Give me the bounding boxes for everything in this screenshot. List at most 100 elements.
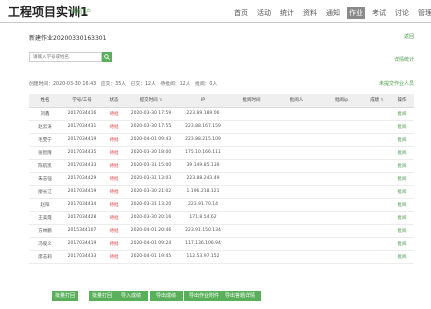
review-ip [319,159,364,173]
unsubmitted-students-link[interactable]: 未提交作业人员 [379,80,414,87]
student-id: 2017034433 [61,159,103,173]
status-badge: 待批 [103,159,125,173]
status-badge: 待批 [103,198,125,212]
nav-item-4[interactable]: 通知 [324,7,342,19]
student-name: 席志莉 [29,250,61,264]
student-id: 2017034419 [61,237,103,251]
bulk-actions-bar: 批量打回 批量打回 导入成绩 导出成绩 导出作业附件 导出答题详情 [0,291,431,301]
nav-item-0[interactable]: 首页 [232,7,250,19]
submit-time: 2020-04-01 09:24 [125,237,177,251]
submit-time: 2020-03-30 17:55 [125,120,177,134]
status-badge: 待批 [103,107,125,121]
submitted-count: 已交：12人 [130,82,156,87]
reviewer [274,172,319,186]
review-time [229,224,274,238]
submit-ip: 223.88.215.109 [177,133,229,147]
submit-time: 2020-04-01 20:46 [125,224,177,238]
assignment-title: 新建作业20200330163301 [29,35,107,42]
student-id: 2017034431 [61,120,103,134]
student-name: 毛雯宁 [29,133,61,147]
table-row: 席志莉 2017034433 待批 2020-04-01 19:45 112.53.97… [29,250,414,264]
student-name: 朱志强 [29,172,61,186]
detail-stats-link[interactable]: 详情统计 [394,56,414,63]
table-row: 冯俊义 2017034419 待批 2020-04-01 09:24 117.136.1… [29,237,414,251]
review-time [229,198,274,212]
student-id: 2017034434 [61,198,103,212]
status-badge: 待批 [103,237,125,251]
import-grades-button[interactable]: 导入成绩 [114,291,148,301]
nav-item-8[interactable]: 管理 [416,7,431,19]
column-header-6: 批阅人 [274,94,319,108]
search-input[interactable] [29,52,102,62]
column-header-label: 姓名 [40,98,50,104]
column-header-label: 操作 [397,98,407,104]
status-badge: 待批 [103,185,125,199]
back-link[interactable]: 返回 [404,33,414,40]
export-attachments-button[interactable]: 导出作业附件 [184,291,224,301]
export-answers-button[interactable]: 导出答题详情 [219,291,261,301]
review-link[interactable]: 批阅 [390,120,414,134]
review-link[interactable]: 批阅 [390,133,414,147]
column-header-3[interactable]: 提交时间 ⇅ [125,94,177,108]
column-header-0: 姓名 [29,94,61,108]
search-button[interactable] [102,52,112,62]
nav-item-5[interactable]: 作业 [347,7,365,19]
course-portal-link[interactable]: 课程门户 [71,8,91,15]
nav-item-2[interactable]: 统计 [278,7,296,19]
review-link[interactable]: 批阅 [390,250,414,264]
batch-return-button-2[interactable]: 批量打回 [89,291,115,301]
column-header-1: 学号/工号 [61,94,103,108]
nav-item-7[interactable]: 讨论 [393,7,411,19]
student-name: 方林鹏 [29,224,61,238]
review-link[interactable]: 批阅 [390,172,414,186]
submit-time: 2020-03-30 21:02 [125,185,177,199]
sort-icon[interactable]: ⇅ [158,97,162,102]
review-link[interactable]: 批阅 [390,107,414,121]
student-name: 廖长江 [29,185,61,199]
sort-icon[interactable]: ⇅ [379,97,383,102]
nav-item-6[interactable]: 考试 [370,7,388,19]
nav-item-3[interactable]: 资料 [301,7,319,19]
nav-item-1[interactable]: 活动 [255,7,273,19]
header-bar: 工程项目实训1 课程门户 首页 活动 统计 资料 通知 作业 考试 讨论 管理 [0,0,431,24]
review-ip [319,133,364,147]
column-header-5: 批阅时间 [229,94,274,108]
status-badge: 待批 [103,120,125,134]
grade [364,172,390,186]
student-name: 陈航凯 [29,159,61,173]
review-link[interactable]: 批阅 [390,198,414,212]
batch-return-button[interactable]: 批量打回 [52,291,78,301]
review-time [229,250,274,264]
column-header-8[interactable]: 成绩 ⇅ [364,94,390,108]
student-name: 刘鑫 [29,107,61,121]
reviewer [274,224,319,238]
column-header-7: 批阅ip [319,94,364,108]
review-link[interactable]: 批阅 [390,159,414,173]
review-link[interactable]: 批阅 [390,224,414,238]
status-badge: 待批 [103,211,125,225]
table-row: 赵阳 2017034434 待批 2020-03-31 13:20 223.91.70.… [29,198,414,212]
review-link[interactable]: 批阅 [390,211,414,225]
reviewer [274,250,319,264]
review-link[interactable]: 批阅 [390,146,414,160]
reviewer [274,237,319,251]
grade [364,211,390,225]
column-header-label: 批阅ip [334,98,349,104]
submit-time: 2020-03-31 13:03 [125,172,177,186]
student-name: 王美霞 [29,211,61,225]
review-link[interactable]: 批阅 [390,185,414,199]
column-header-label: 状态 [109,98,119,104]
grade [364,159,390,173]
review-time [229,185,274,199]
grade [364,198,390,212]
export-grades-button[interactable]: 导出成绩 [149,291,183,301]
review-ip [319,224,364,238]
review-link[interactable]: 批阅 [390,237,414,251]
review-ip [319,107,364,121]
column-header-4: IP [177,94,229,108]
reviewer [274,211,319,225]
grade [364,185,390,199]
student-name: 张智隆 [29,146,61,160]
review-time [229,172,274,186]
review-ip [319,146,364,160]
